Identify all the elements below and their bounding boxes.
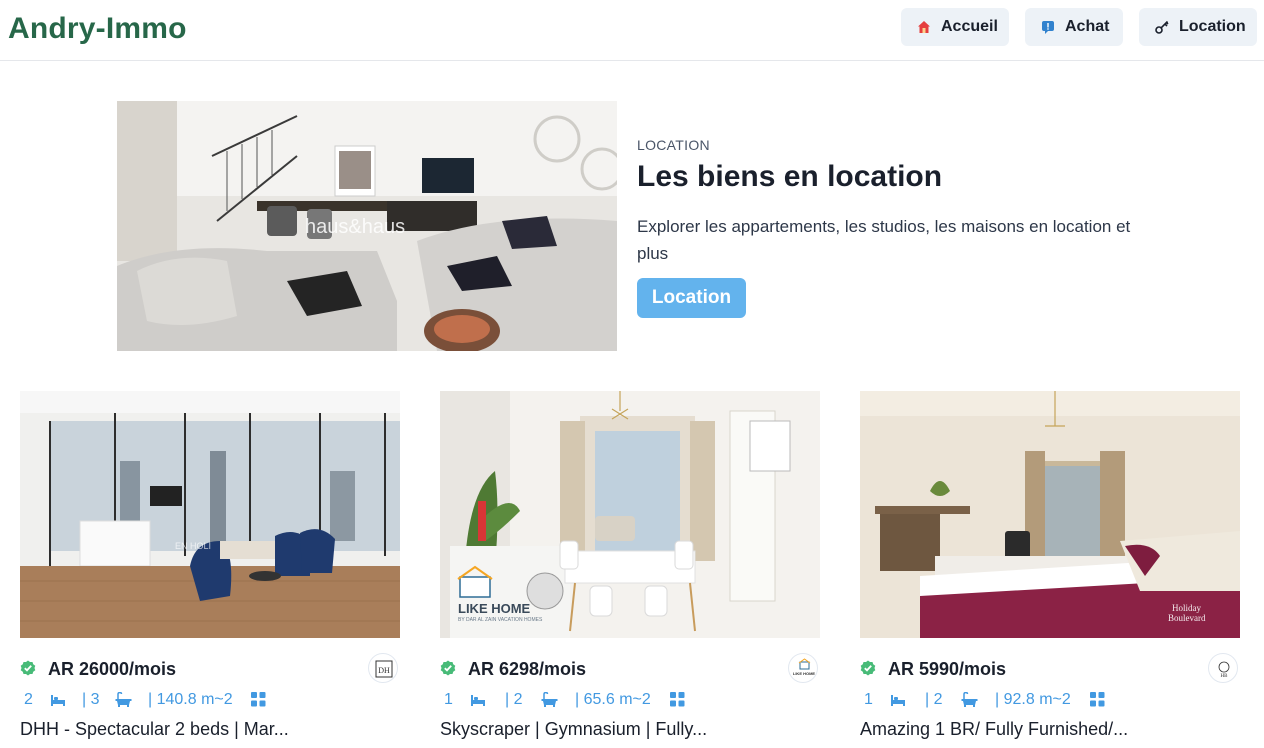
nav-accueil-label: Accueil bbox=[941, 18, 998, 35]
bed-icon bbox=[891, 695, 905, 706]
area-value: | 65.6 m~2 bbox=[575, 691, 651, 708]
verified-check-icon bbox=[20, 660, 36, 676]
beds-count: 1 bbox=[864, 691, 873, 708]
listing-photo-watermark: Holiday bbox=[1172, 603, 1201, 613]
grid-icon bbox=[1090, 692, 1105, 707]
nav-location-button[interactable]: Location bbox=[1139, 8, 1257, 46]
agent-logo: HB bbox=[1208, 653, 1238, 683]
listing-photo-watermark: LIKE HOME bbox=[458, 601, 531, 616]
grid-icon bbox=[251, 692, 266, 707]
listing-features: 1 | 2 | 92.8 m~2 bbox=[860, 690, 1240, 712]
hero-eyebrow: LOCATION bbox=[637, 137, 710, 153]
brand-logo[interactable]: Andry-Immo bbox=[8, 12, 187, 46]
listing-price: AR 6298/mois bbox=[468, 659, 587, 679]
bed-icon bbox=[471, 695, 485, 706]
agent-logo: LIKE HOME bbox=[788, 653, 818, 683]
nav-achat-label: Achat bbox=[1065, 18, 1110, 35]
house-icon bbox=[917, 20, 931, 34]
hero-image-watermark: haus&haus bbox=[305, 216, 405, 238]
svg-text:Boulevard: Boulevard bbox=[1168, 613, 1206, 623]
listing-title[interactable]: Amazing 1 BR/ Fully Furnished/... bbox=[860, 719, 1240, 740]
listing-card[interactable]: LIKE HOME BY DAR AL ZAIN VACATION HOMES … bbox=[440, 391, 820, 748]
listing-title[interactable]: DHH - Spectacular 2 beds | Mar... bbox=[20, 719, 400, 740]
exclamation-tag-icon bbox=[1041, 20, 1055, 34]
area-value: | 140.8 m~2 bbox=[148, 691, 233, 708]
svg-text:LIKE HOME: LIKE HOME bbox=[793, 671, 816, 676]
top-navbar: Andry-Immo Accueil Achat Location bbox=[0, 0, 1264, 61]
svg-text:HB: HB bbox=[1221, 674, 1229, 679]
listing-price-row: AR 6298/mois LIKE HOME bbox=[440, 653, 820, 685]
hero-description: Explorer les appartements, les studios, … bbox=[637, 217, 1131, 263]
nav-achat-button[interactable]: Achat bbox=[1025, 8, 1123, 46]
verified-check-icon bbox=[860, 660, 876, 676]
bed-icon bbox=[51, 695, 65, 706]
hero-location-button[interactable]: Location bbox=[637, 278, 746, 318]
nav-accueil-button[interactable]: Accueil bbox=[901, 8, 1009, 46]
listing-photo[interactable]: EN HOLI bbox=[20, 391, 400, 638]
svg-text:BY DAR AL ZAIN VACATION HOMES: BY DAR AL ZAIN VACATION HOMES bbox=[458, 617, 543, 623]
listing-photo[interactable]: LIKE HOME BY DAR AL ZAIN VACATION HOMES bbox=[440, 391, 820, 638]
listing-card[interactable]: EN HOLI AR 26000/mois DH 2 | 3 | 140.8 m… bbox=[20, 391, 400, 748]
agent-logo: DH bbox=[368, 653, 398, 683]
nav-location-label: Location bbox=[1179, 18, 1246, 35]
listing-price-row: AR 5990/mois HB bbox=[860, 653, 1240, 685]
bathtub-icon bbox=[541, 692, 558, 707]
listing-photo-watermark: EN HOLI bbox=[175, 541, 211, 551]
baths-count: | 3 bbox=[82, 691, 100, 708]
bathtub-icon bbox=[115, 692, 132, 707]
grid-icon bbox=[670, 692, 685, 707]
listing-photo[interactable]: Holiday Boulevard bbox=[860, 391, 1240, 638]
baths-count: | 2 bbox=[925, 691, 943, 708]
listing-price: AR 5990/mois bbox=[888, 659, 1007, 679]
baths-count: | 2 bbox=[505, 691, 523, 708]
svg-text:DH: DH bbox=[378, 666, 390, 675]
hero-image: haus&haus bbox=[117, 101, 617, 351]
key-icon bbox=[1155, 20, 1169, 34]
listing-price: AR 26000/mois bbox=[48, 659, 177, 679]
listing-price-row: AR 26000/mois DH bbox=[20, 653, 400, 685]
listing-title[interactable]: Skyscraper | Gymnasium | Fully... bbox=[440, 719, 820, 740]
bathtub-icon bbox=[961, 692, 978, 707]
beds-count: 1 bbox=[444, 691, 453, 708]
listing-features: 1 | 2 | 65.6 m~2 bbox=[440, 690, 820, 712]
area-value: | 92.8 m~2 bbox=[995, 691, 1071, 708]
beds-count: 2 bbox=[24, 691, 33, 708]
listing-features: 2 | 3 | 140.8 m~2 bbox=[20, 690, 400, 712]
hero-title: Les biens en location bbox=[637, 160, 943, 193]
verified-check-icon bbox=[440, 660, 456, 676]
listing-card[interactable]: Holiday Boulevard AR 5990/mois HB 1 | 2 … bbox=[860, 391, 1240, 748]
